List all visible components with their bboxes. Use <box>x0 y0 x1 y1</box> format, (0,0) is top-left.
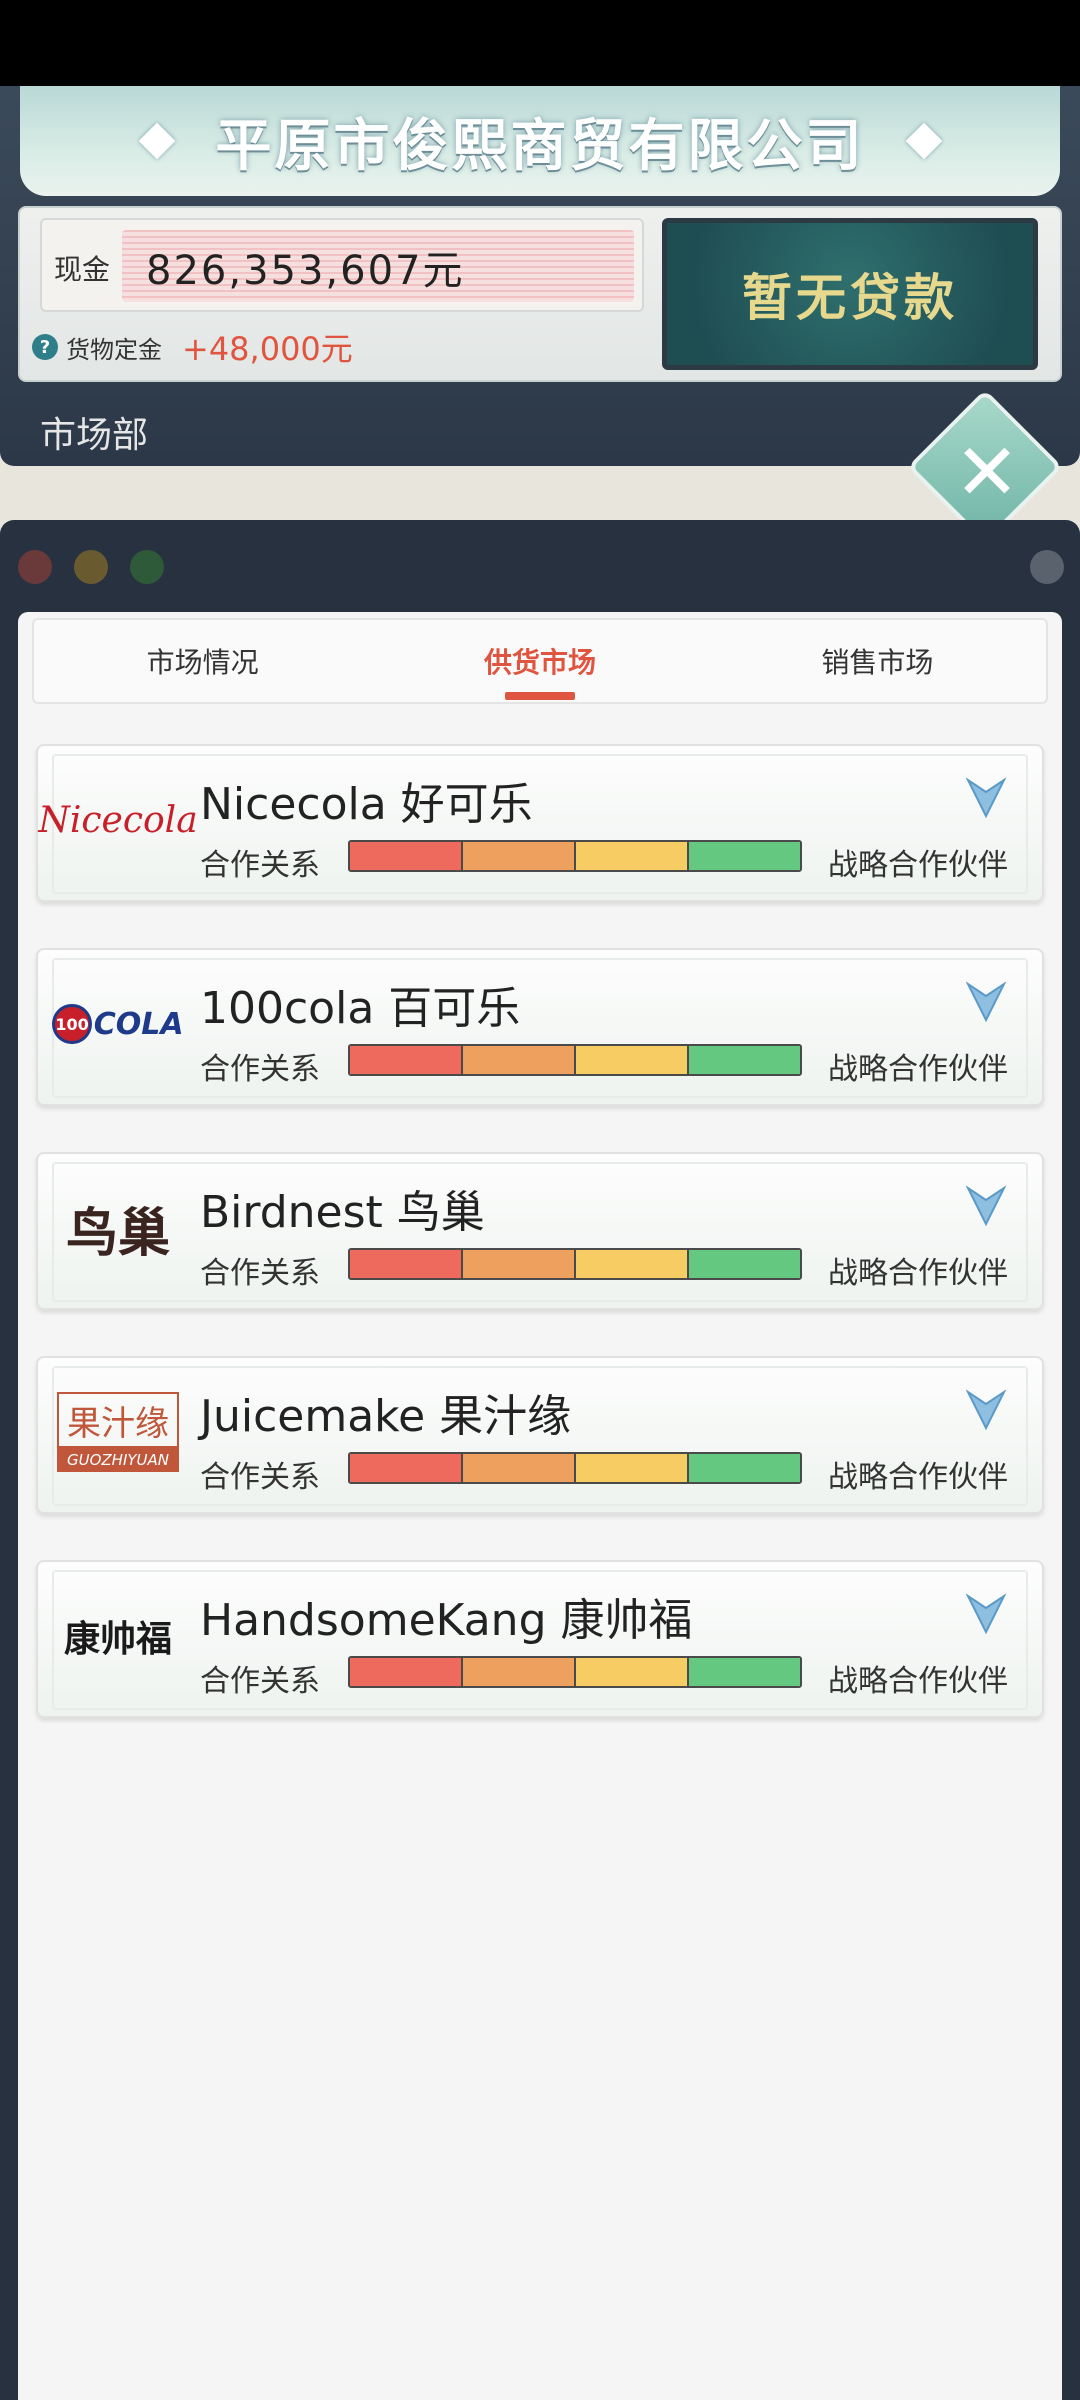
relation-seg-3 <box>576 1250 689 1278</box>
relation-seg-3 <box>576 1046 689 1074</box>
handsomekang-logo: 康帅福 <box>63 1618 172 1660</box>
supplier-name: HandsomeKang 康帅福 <box>200 1595 693 1646</box>
chevron-down-icon[interactable] <box>966 1184 1006 1228</box>
cash-box: 现金 826,353,607元 <box>40 218 644 312</box>
relation-seg-4 <box>689 1250 800 1278</box>
relation-seg-2 <box>463 1250 576 1278</box>
relation-bar <box>348 1044 802 1076</box>
100cola-logo: 100 COLA <box>52 976 184 1072</box>
logo-text: 果汁缘 <box>57 1392 179 1448</box>
deposit-label: 货物定金 <box>66 335 162 364</box>
supplier-name: Nicecola 好可乐 <box>200 779 533 830</box>
supplier-name: 100cola 百可乐 <box>200 983 521 1034</box>
question-icon[interactable]: ? <box>32 334 58 360</box>
relation-seg-2 <box>463 1454 576 1482</box>
window-dot-red <box>18 550 52 584</box>
chevron-down-icon[interactable] <box>966 980 1006 1024</box>
supplier-card-handsomekang[interactable]: 康帅福 HandsomeKang 康帅福 合作关系 战略合作伙伴 <box>36 1560 1044 1718</box>
window-dot-gray <box>1030 550 1064 584</box>
relation-seg-2 <box>463 1046 576 1074</box>
department-label: 市场部 <box>40 415 149 456</box>
tab-bar: 市场情况 供货市场 销售市场 <box>32 618 1048 704</box>
window-dot-yellow <box>74 550 108 584</box>
cash-value: 826,353,607元 <box>146 248 465 294</box>
supplier-name: Birdnest 鸟巢 <box>200 1187 485 1238</box>
relation-seg-1 <box>350 1658 463 1686</box>
relation-status: 战略合作伙伴 <box>828 1256 1008 1291</box>
relation-seg-2 <box>463 1658 576 1686</box>
logo-badge: 100 <box>52 1004 92 1044</box>
tab-supply-market[interactable]: 供货市场 <box>371 620 708 702</box>
status-bar <box>0 0 1080 86</box>
company-header: 平原市俊熙商贸有限公司 现金 826,353,607元 ? 货物定金 +48,0… <box>0 86 1080 466</box>
diamond-icon <box>905 122 942 160</box>
relation-bar <box>348 840 802 872</box>
relation-label: 合作关系 <box>200 1256 320 1291</box>
relation-seg-2 <box>463 842 576 870</box>
close-icon[interactable]: ✕ <box>932 418 1042 528</box>
relation-seg-4 <box>689 1658 800 1686</box>
tab-active-indicator <box>504 692 575 700</box>
relation-label: 合作关系 <box>200 1460 320 1495</box>
relation-seg-4 <box>689 842 800 870</box>
relation-status: 战略合作伙伴 <box>828 1460 1008 1495</box>
chevron-down-icon[interactable] <box>966 1592 1006 1636</box>
relation-label: 合作关系 <box>200 848 320 883</box>
nicecola-logo: Nicecola <box>38 799 198 841</box>
company-banner: 平原市俊熙商贸有限公司 <box>20 86 1060 196</box>
relation-seg-3 <box>576 1658 689 1686</box>
chevron-down-icon[interactable] <box>966 1388 1006 1432</box>
window-content: 市场情况 供货市场 销售市场 Nicecola Nicecola 好可乐 合作关… <box>18 612 1062 2400</box>
supplier-card-100cola[interactable]: 100 COLA 100cola 百可乐 合作关系 战略合作伙伴 <box>36 948 1044 1106</box>
relation-label: 合作关系 <box>200 1052 320 1087</box>
loan-button[interactable]: 暂无贷款 <box>662 218 1038 370</box>
finance-panel: 现金 826,353,607元 ? 货物定金 +48,000元 暂无贷款 <box>18 206 1062 382</box>
relation-seg-3 <box>576 1454 689 1482</box>
cash-label: 现金 <box>54 253 111 286</box>
tab-market-overview[interactable]: 市场情况 <box>34 620 371 702</box>
supplier-card-juicemake[interactable]: 果汁缘 GUOZHIYUAN Juicemake 果汁缘 合作关系 战略合作伙伴 <box>36 1356 1044 1514</box>
company-name: 平原市俊熙商贸有限公司 <box>215 113 865 179</box>
relation-seg-1 <box>350 842 463 870</box>
relation-status: 战略合作伙伴 <box>828 1052 1008 1087</box>
logo-text: COLA <box>93 1006 184 1042</box>
relation-bar <box>348 1248 802 1280</box>
relation-seg-3 <box>576 842 689 870</box>
relation-status: 战略合作伙伴 <box>828 1664 1008 1699</box>
relation-label: 合作关系 <box>200 1664 320 1699</box>
tab-label: 市场情况 <box>146 646 259 679</box>
tab-label: 供货市场 <box>483 646 596 679</box>
tab-label: 销售市场 <box>821 646 934 679</box>
relation-bar <box>348 1656 802 1688</box>
juicemake-logo: 果汁缘 GUOZHIYUAN <box>56 1384 180 1480</box>
diamond-icon <box>138 122 175 160</box>
relation-status: 战略合作伙伴 <box>828 848 1008 883</box>
relation-bar <box>348 1452 802 1484</box>
relation-seg-1 <box>350 1454 463 1482</box>
birdnest-logo: 鸟巢 <box>65 1202 170 1264</box>
deposit-value: +48,000元 <box>182 330 353 368</box>
relation-seg-1 <box>350 1250 463 1278</box>
relation-seg-4 <box>689 1046 800 1074</box>
relation-seg-1 <box>350 1046 463 1074</box>
supplier-name: Juicemake 果汁缘 <box>200 1391 572 1442</box>
deposit-row: ? 货物定金 +48,000元 <box>32 324 353 370</box>
tab-sales-market[interactable]: 销售市场 <box>709 620 1046 702</box>
market-window: 市场情况 供货市场 销售市场 Nicecola Nicecola 好可乐 合作关… <box>0 520 1080 2400</box>
supplier-card-birdnest[interactable]: 鸟巢 Birdnest 鸟巢 合作关系 战略合作伙伴 <box>36 1152 1044 1310</box>
chevron-down-icon[interactable] <box>966 776 1006 820</box>
window-dot-green <box>130 550 164 584</box>
logo-subtext: GUOZHIYUAN <box>57 1448 179 1472</box>
relation-seg-4 <box>689 1454 800 1482</box>
supplier-card-nicecola[interactable]: Nicecola Nicecola 好可乐 合作关系 战略合作伙伴 <box>36 744 1044 902</box>
